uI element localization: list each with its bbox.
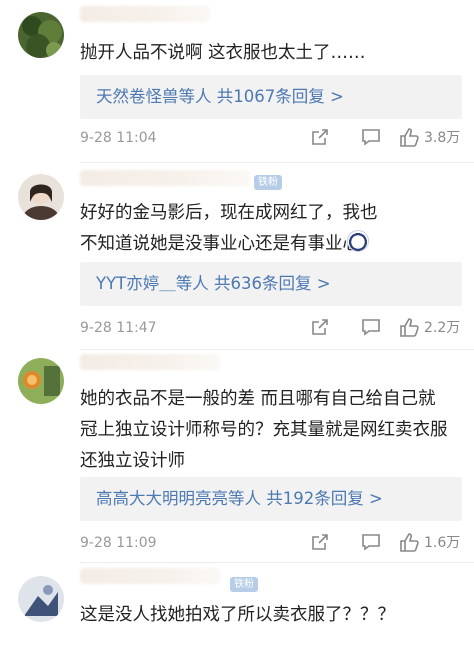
- fan-badge: 铁粉: [230, 577, 258, 592]
- avatar[interactable]: [18, 576, 64, 622]
- username-blurred[interactable]: [80, 568, 220, 584]
- comment-text: 这是没人找她拍戏了所以卖衣服了？？？: [80, 605, 395, 625]
- comment-item: 铁粉 这是没人找她拍戏了所以卖衣服了？？？: [0, 0, 474, 648]
